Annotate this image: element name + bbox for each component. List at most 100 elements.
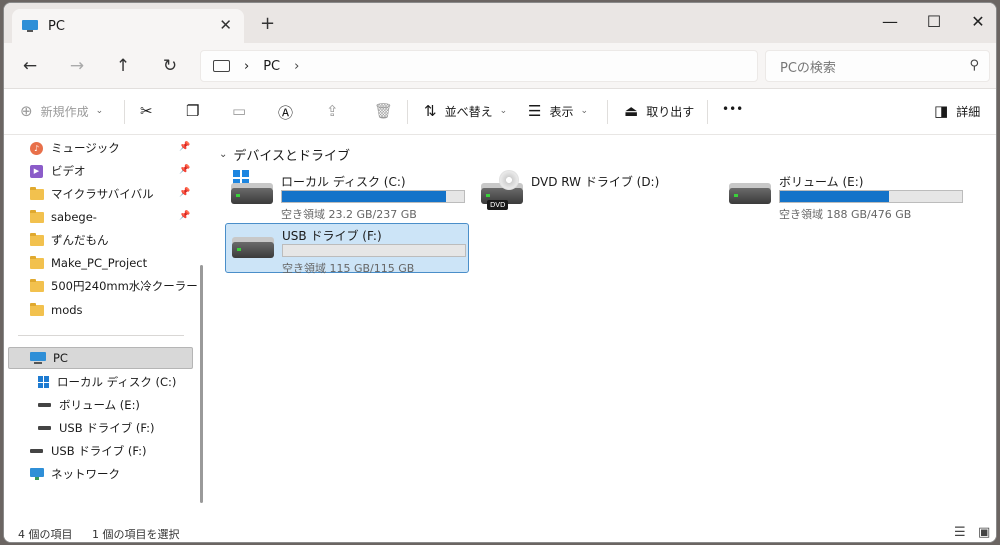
chevron-down-icon: ⌄ bbox=[499, 106, 508, 116]
share-button[interactable]: ⇪ bbox=[326, 102, 347, 120]
more-options-button[interactable]: ••• bbox=[722, 102, 743, 116]
drive-tile-f[interactable]: USB ドライブ (F:) 空き領域 115 GB/115 GB bbox=[225, 223, 469, 275]
folder-icon bbox=[30, 232, 44, 246]
sidebar-item-music[interactable]: ♪ ミュージック bbox=[30, 137, 120, 159]
search-icon: ⚲ bbox=[969, 58, 979, 73]
eject-icon: ⏏ bbox=[624, 102, 639, 120]
sidebar-item-label: Make_PC_Project bbox=[51, 256, 148, 270]
delete-button[interactable]: 🗑 bbox=[374, 102, 401, 120]
sidebar-item-label: 500円240mm水冷クーラー bbox=[51, 279, 198, 293]
divider bbox=[124, 100, 125, 124]
pc-icon bbox=[213, 59, 230, 73]
breadcrumb-pc[interactable]: PC bbox=[263, 59, 280, 74]
sidebar-item-folder[interactable]: sabege- bbox=[30, 206, 97, 228]
details-button[interactable]: ◨ 詳細 bbox=[934, 102, 980, 120]
sidebar-item-pc[interactable]: PC bbox=[30, 347, 68, 369]
back-button[interactable]: ← bbox=[18, 54, 42, 78]
share-icon: ⇪ bbox=[326, 102, 339, 120]
navigation-bar: ← → ↑ ↻ › PC › PCの検索 ⚲ bbox=[4, 43, 996, 89]
sidebar-item-usb-drive-root[interactable]: USB ドライブ (F:) bbox=[30, 440, 147, 462]
copy-icon: ❐ bbox=[186, 102, 200, 120]
divider bbox=[407, 100, 408, 124]
sidebar-item-video[interactable]: ▶ ビデオ bbox=[30, 160, 86, 182]
hard-drive-icon bbox=[231, 188, 273, 204]
scissors-icon: ✂ bbox=[140, 102, 153, 120]
search-placeholder: PCの検索 bbox=[780, 60, 836, 76]
new-label: 新規作成 bbox=[40, 104, 89, 119]
sidebar-item-folder[interactable]: マイクラサバイバル bbox=[30, 183, 154, 205]
close-button[interactable]: ✕ bbox=[958, 7, 996, 35]
maximize-button[interactable]: ☐ bbox=[914, 7, 954, 35]
title-bar: PC ✕ + — ☐ ✕ bbox=[4, 3, 996, 43]
copy-button[interactable]: ❐ bbox=[186, 102, 207, 120]
clipboard-icon: ▭ bbox=[232, 102, 247, 120]
sidebar-item-label: ローカル ディスク (C:) bbox=[57, 375, 177, 389]
sidebar-item-label: sabege- bbox=[51, 210, 97, 224]
sidebar-item-folder[interactable]: mods bbox=[30, 299, 83, 321]
address-bar[interactable]: › PC › bbox=[200, 50, 758, 82]
sidebar-item-local-disk[interactable]: ローカル ディスク (C:) bbox=[38, 371, 176, 393]
divider bbox=[18, 335, 184, 336]
drive-free-space: 空き領域 188 GB/476 GB bbox=[779, 208, 912, 221]
drive-free-space: 空き領域 115 GB/115 GB bbox=[282, 262, 415, 275]
sidebar-item-label: PC bbox=[53, 351, 68, 365]
cut-button[interactable]: ✂ bbox=[140, 102, 161, 120]
pin-icon: 📌 bbox=[179, 188, 191, 198]
drive-icon bbox=[38, 426, 51, 430]
sidebar-item-label: ボリューム (E:) bbox=[59, 398, 140, 412]
dvd-badge: DVD bbox=[487, 200, 509, 210]
sidebar-item-folder[interactable]: 500円240mm水冷クーラー bbox=[30, 275, 198, 297]
navigation-pane: ♪ ミュージック 📌 ▶ ビデオ 📌 マイクラサバイバル 📌 sabege- 📌… bbox=[4, 135, 204, 520]
drive-tile-d[interactable]: DVD DVD RW ドライブ (D:) bbox=[475, 170, 719, 220]
paste-button[interactable]: ▭ bbox=[232, 102, 254, 120]
drive-name: ローカル ディスク (C:) bbox=[281, 175, 406, 189]
view-button[interactable]: ☰ 表示 ⌄ bbox=[528, 102, 588, 120]
minimize-button[interactable]: — bbox=[870, 7, 910, 35]
pc-icon bbox=[22, 20, 38, 32]
sidebar-item-folder[interactable]: Make_PC_Project bbox=[30, 252, 147, 274]
group-title: デバイスとドライブ bbox=[233, 149, 351, 164]
plus-circle-icon: ⊕ bbox=[20, 102, 33, 120]
sidebar-item-network[interactable]: ネットワーク bbox=[30, 463, 120, 485]
drive-name: ボリューム (E:) bbox=[779, 175, 864, 189]
eject-button[interactable]: ⏏ 取り出す bbox=[624, 102, 694, 120]
folder-icon bbox=[30, 209, 44, 223]
new-button[interactable]: ⊕ 新規作成 ⌄ bbox=[20, 102, 103, 120]
sort-label: 並べ替え bbox=[444, 104, 493, 119]
details-view-icon[interactable]: ☰ bbox=[954, 525, 966, 540]
hard-drive-icon bbox=[729, 188, 771, 204]
windows-drive-icon bbox=[38, 376, 50, 388]
group-header-devices[interactable]: ⌄ デバイスとドライブ bbox=[219, 145, 350, 164]
pin-icon: 📌 bbox=[179, 211, 191, 221]
sidebar-scrollbar[interactable] bbox=[200, 265, 203, 503]
up-button[interactable]: ↑ bbox=[111, 54, 135, 78]
drive-tile-e[interactable]: ボリューム (E:) 空き領域 188 GB/476 GB bbox=[723, 170, 967, 221]
sort-icon: ⇅ bbox=[424, 102, 437, 120]
more-icon: ••• bbox=[722, 102, 744, 116]
tab-pc[interactable]: PC ✕ bbox=[12, 9, 244, 43]
drive-free-space: 空き領域 23.2 GB/237 GB bbox=[281, 208, 417, 221]
refresh-button[interactable]: ↻ bbox=[158, 54, 182, 78]
sidebar-item-volume-e[interactable]: ボリューム (E:) bbox=[38, 394, 140, 416]
search-input[interactable]: PCの検索 ⚲ bbox=[765, 50, 990, 82]
usage-bar-fill bbox=[282, 191, 446, 202]
usage-bar-fill bbox=[780, 191, 890, 202]
item-count: 4 個の項目 bbox=[18, 528, 73, 541]
tab-close-icon[interactable]: ✕ bbox=[219, 16, 232, 34]
pc-icon bbox=[30, 352, 46, 364]
breadcrumb-chevron-icon[interactable]: › bbox=[294, 59, 299, 74]
drive-tile-c[interactable]: ローカル ディスク (C:) 空き領域 23.2 GB/237 GB bbox=[225, 170, 469, 221]
divider bbox=[707, 100, 708, 124]
tiles-view-icon[interactable]: ▣ bbox=[978, 525, 990, 540]
details-label: 詳細 bbox=[956, 104, 981, 119]
chevron-down-icon: ⌄ bbox=[219, 149, 228, 160]
sort-button[interactable]: ⇅ 並べ替え ⌄ bbox=[424, 102, 507, 120]
rename-button[interactable]: Ⓐ bbox=[278, 102, 301, 123]
sidebar-item-folder[interactable]: ずんだもん bbox=[30, 229, 109, 251]
sidebar-item-label: ずんだもん bbox=[51, 233, 109, 247]
sidebar-item-usb-drive[interactable]: USB ドライブ (F:) bbox=[38, 417, 155, 439]
drive-icon bbox=[38, 403, 51, 407]
folder-icon bbox=[30, 278, 44, 292]
new-tab-button[interactable]: + bbox=[260, 13, 275, 34]
forward-button[interactable]: → bbox=[65, 54, 89, 78]
